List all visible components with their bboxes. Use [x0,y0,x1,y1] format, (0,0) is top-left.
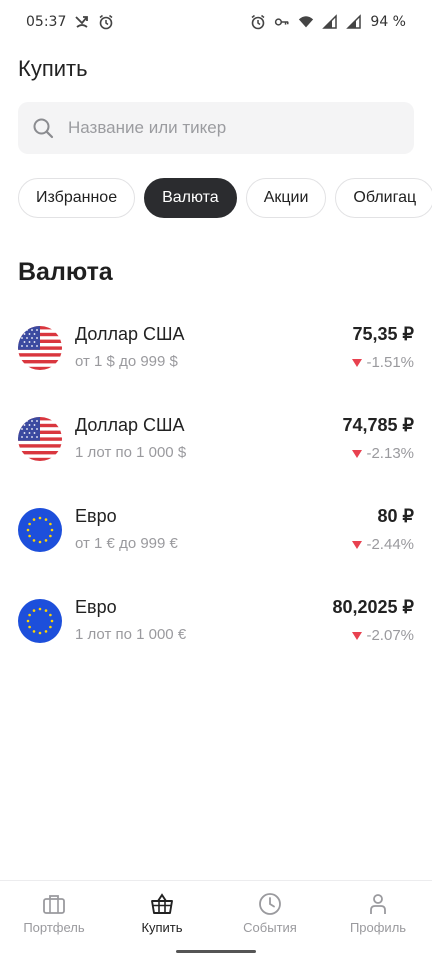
down-triangle-icon [352,540,363,549]
currency-list: Доллар США от 1 $ до 999 $ 75,35 ₽ -1.51… [0,302,432,666]
list-item[interactable]: Евро от 1 € до 999 € 80 ₽ -2.44% [0,484,432,575]
chip-label: Облигац [353,189,417,206]
item-change-value: -2.44% [366,536,414,553]
list-item[interactable]: Доллар США 1 лот по 1 000 $ 74,785 ₽ -2.… [0,393,432,484]
person-icon [370,894,386,914]
eu-flag-icon [18,599,62,643]
signal-icon [346,14,362,30]
key-icon [274,14,290,30]
item-price: 80,2025 ₽ [332,597,414,617]
wifi-icon [298,14,314,30]
home-indicator[interactable] [176,950,256,953]
search-input[interactable] [68,118,368,138]
tab-profile[interactable]: Профиль [324,881,432,942]
list-item[interactable]: Доллар США от 1 $ до 999 $ 75,35 ₽ -1.51… [0,302,432,393]
missed-call-icon [74,14,90,30]
item-change-value: -2.07% [366,627,414,644]
section-title: Валюта [18,258,113,286]
alarm-icon [250,14,266,30]
list-item[interactable]: Евро 1 лот по 1 000 € 80,2025 ₽ -2.07% [0,575,432,666]
briefcase-icon [43,895,65,914]
item-price: 80 ₽ [377,506,414,526]
item-price: 74,785 ₽ [342,415,414,435]
item-change: -1.51% [352,354,414,371]
tab-label: События [243,920,297,935]
chip-currency[interactable]: Валюта [144,178,237,218]
item-change: -2.07% [352,627,414,644]
category-chips: Избранное Валюта Акции Облигац [18,178,432,220]
tab-buy[interactable]: Купить [108,881,216,942]
item-change-value: -1.51% [366,354,414,371]
chip-favorites[interactable]: Избранное [18,178,136,218]
item-change-value: -2.13% [366,445,414,462]
item-lot-info: 1 лот по 1 000 $ [75,444,187,461]
item-lot-info: 1 лот по 1 000 € [75,626,187,643]
tab-label: Портфель [23,920,85,935]
us-flag-icon [18,326,62,370]
tab-portfolio[interactable]: Портфель [0,881,108,942]
status-time: 05:37 [26,14,67,30]
battery-level: 94 % [370,14,406,30]
item-change: -2.44% [352,536,414,553]
down-triangle-icon [352,358,363,367]
basket-icon [151,893,173,914]
chip-label: Валюта [162,189,219,206]
item-lot-info: от 1 $ до 999 $ [75,353,178,370]
chip-label: Избранное [36,189,118,206]
search-bar[interactable] [18,102,414,154]
chip-stocks[interactable]: Акции [245,178,327,218]
item-lot-info: от 1 € до 999 € [75,535,178,552]
down-triangle-icon [352,449,363,458]
item-name: Доллар США [75,324,185,344]
bottom-nav: Портфель Купить События Профиль [0,880,432,942]
tab-label: Профиль [349,920,407,935]
item-price: 75,35 ₽ [352,324,415,344]
tab-events[interactable]: События [216,881,324,942]
clock-icon [259,893,281,915]
tab-label: Купить [141,920,183,935]
item-change: -2.13% [352,445,414,462]
down-triangle-icon [352,631,363,640]
item-name: Доллар США [75,415,185,435]
page-title: Купить [18,56,88,81]
us-flag-icon [18,417,62,461]
status-bar: 05:37 94 % [0,0,432,44]
item-name: Евро [75,506,117,526]
item-name: Евро [75,597,117,617]
chip-bonds[interactable]: Облигац [335,178,432,218]
eu-flag-icon [18,508,62,552]
search-icon [33,118,54,139]
signal-icon [322,14,338,30]
chip-label: Акции [263,189,309,206]
alarm-icon [98,14,114,30]
